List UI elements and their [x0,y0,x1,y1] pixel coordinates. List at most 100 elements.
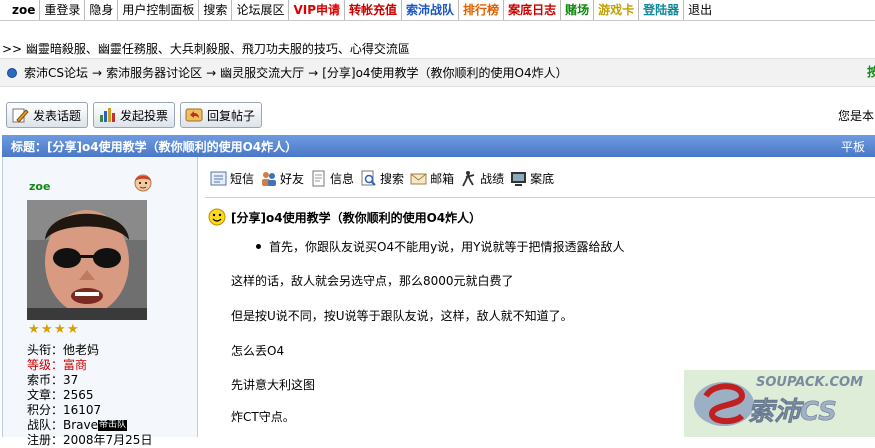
avatar [27,200,147,320]
view-mode-link[interactable]: 平板 [841,138,865,155]
author-name[interactable]: zoe [29,180,50,193]
thread-title: 标题：[分享]o4使用教学（教你顺利的使用O4炸人） [11,139,298,154]
new-poll-label: 发起投票 [120,108,169,123]
breadcrumb-separator: → [92,65,103,80]
reply-button[interactable]: 回复帖子 [180,102,263,128]
new-topic-label: 发表话题 [33,108,82,123]
level-value: 富商 [63,358,88,372]
info-doc-icon [312,170,325,187]
friends-icon [262,172,277,186]
watermark-top-text: SOUPACK.COM [756,375,863,390]
relogin-link[interactable]: 重登录 [40,0,86,20]
post-title-text: [分享]o4使用教学（教你顺利的使用O4炸人） [231,210,482,225]
search-icon [361,170,376,186]
bullet-dot [256,244,261,249]
info-label: 信息 [330,172,355,186]
author-info: 头衔：他老妈 等级：富商 索币：37 文章：2565 积分：16107 战队：B… [27,343,152,448]
new-poll-button[interactable]: 发起投票 [93,102,176,128]
post-paragraph: 这样的话，敌人就会另选守点，那么8000元就白费了 [231,274,514,288]
smiley-icon [208,208,226,226]
transfer-recharge-link[interactable]: 转帐充值 [345,0,403,20]
posts-value: 2565 [63,388,94,402]
title-value: 他老妈 [63,343,100,357]
game-card-link[interactable]: 游戏卡 [594,0,640,20]
monitor-icon [511,172,527,186]
mail-icon [410,173,427,185]
soldier-icon [462,171,475,187]
breadcrumb-separator: → [308,65,319,80]
team-badge: 帝击队 [98,420,128,431]
coins-value: 37 [63,373,79,387]
level-label: 等级： [27,358,64,372]
breadcrumb-separator: → [206,65,217,80]
bullet-icon [7,67,17,78]
message-icon [210,171,227,186]
breadcrumb-item-hall[interactable]: 幽灵服交流大厅 [220,64,304,81]
male-user-icon [134,174,152,192]
breadcrumb: 索沛CS论坛 → 索沛服务器讨论区 → 幽灵服交流大厅 → [分享]o4使用教学… [0,58,875,87]
visitor-note: 您是本! [838,109,875,123]
search-button[interactable]: 搜索 [360,170,404,187]
author-register-row: 注册：2008年7月25日 [27,433,153,447]
points-label: 积分： [27,403,64,417]
author-team-row: 战队：Brave帝击队 [27,418,152,433]
leaderboard-link[interactable]: 排行榜 [459,0,505,20]
poll-chart-icon [100,108,116,122]
post-paragraph: 怎么丢O4 [231,344,285,358]
friend-button[interactable]: 好友 [260,170,304,187]
star-icon: ★ [41,322,53,337]
case-button[interactable]: 案底 [510,170,554,187]
casino-link[interactable]: 赌场 [561,0,595,20]
site-watermark-logo: SOUPACK.COM 索沛CS [684,370,875,437]
reply-icon [185,108,203,122]
message-button[interactable]: 短信 [210,170,254,187]
info-button[interactable]: 信息 [310,170,354,187]
team-value[interactable]: Brave [63,418,98,432]
author-posts-row: 文章：2565 [27,388,152,403]
star-icon: ★ [67,322,79,337]
action-bar: 发表话题 发起投票 回复帖子 [6,102,263,128]
thread-title-bar: 标题：[分享]o4使用教学（教你顺利的使用O4炸人） 平板 [2,135,875,157]
team-label: 战队： [27,418,64,432]
posts-label: 文章： [27,388,64,402]
forum-intro: >> 幽靈暗殺服、幽靈任務服、大兵刺殺服、飛刀功夫服的技巧、心得交流區 [2,42,410,56]
rating-stars: ★ ★ ★ ★ [28,322,79,337]
post-paragraph: 但是按U说不同，按U说等于跟队友说，这样，敌人就不知道了。 [231,309,573,323]
logout-link[interactable]: 退出 [684,0,716,20]
search-link[interactable]: 搜索 [199,0,233,20]
breadcrumb-item-server[interactable]: 索沛服务器讨论区 [106,64,202,81]
star-icon: ★ [54,322,66,337]
pencil-icon [12,108,29,123]
invisible-link[interactable]: 隐身 [85,0,119,20]
title-label: 头衔： [27,343,64,357]
forum-showcase-link[interactable]: 论坛展区 [232,0,290,20]
watermark-bottom-text: 索沛CS [748,397,837,427]
record-log-link[interactable]: 案底日志 [504,0,562,20]
vip-apply-link[interactable]: VIP申请 [289,0,346,20]
post-title: [分享]o4使用教学（教你顺利的使用O4炸人） [208,208,481,226]
team-link[interactable]: 索沛战队 [402,0,460,20]
post-bullet: 首先，你跟队友说买O4不能用y说，用Y说就等于把情报透露给敌人 [256,238,625,255]
post-paragraph: 先讲意大利这图 [231,378,316,392]
mail-button[interactable]: 邮箱 [410,170,454,187]
reply-label: 回复帖子 [207,108,256,123]
author-level-row: 等级：富商 [27,358,152,373]
message-label: 短信 [230,172,255,186]
username-link[interactable]: zoe [0,0,41,20]
star-icon: ★ [28,322,40,337]
record-label: 战绩 [480,172,505,186]
friend-label: 好友 [280,172,305,186]
new-topic-button[interactable]: 发表话题 [6,102,89,128]
control-panel-link[interactable]: 用户控制面板 [118,0,200,20]
post-tools: 短信 好友 信息 搜索 邮箱 战绩 案底 [210,170,560,187]
divider [205,197,875,198]
mail-label: 邮箱 [430,172,455,186]
breadcrumb-item-current: [分享]o4使用教学（教你顺利的使用O4炸人） [322,66,568,80]
record-button[interactable]: 战绩 [460,170,504,187]
breadcrumb-item-forum[interactable]: 索沛CS论坛 [24,64,88,81]
coins-label: 索币： [27,373,64,387]
post-paragraph: 炸CT守点。 [231,410,295,424]
author-coins-row: 索币：37 [27,373,152,388]
breadcrumb-right-link[interactable]: 按 [867,63,875,80]
launcher-link[interactable]: 登陆器 [639,0,685,20]
